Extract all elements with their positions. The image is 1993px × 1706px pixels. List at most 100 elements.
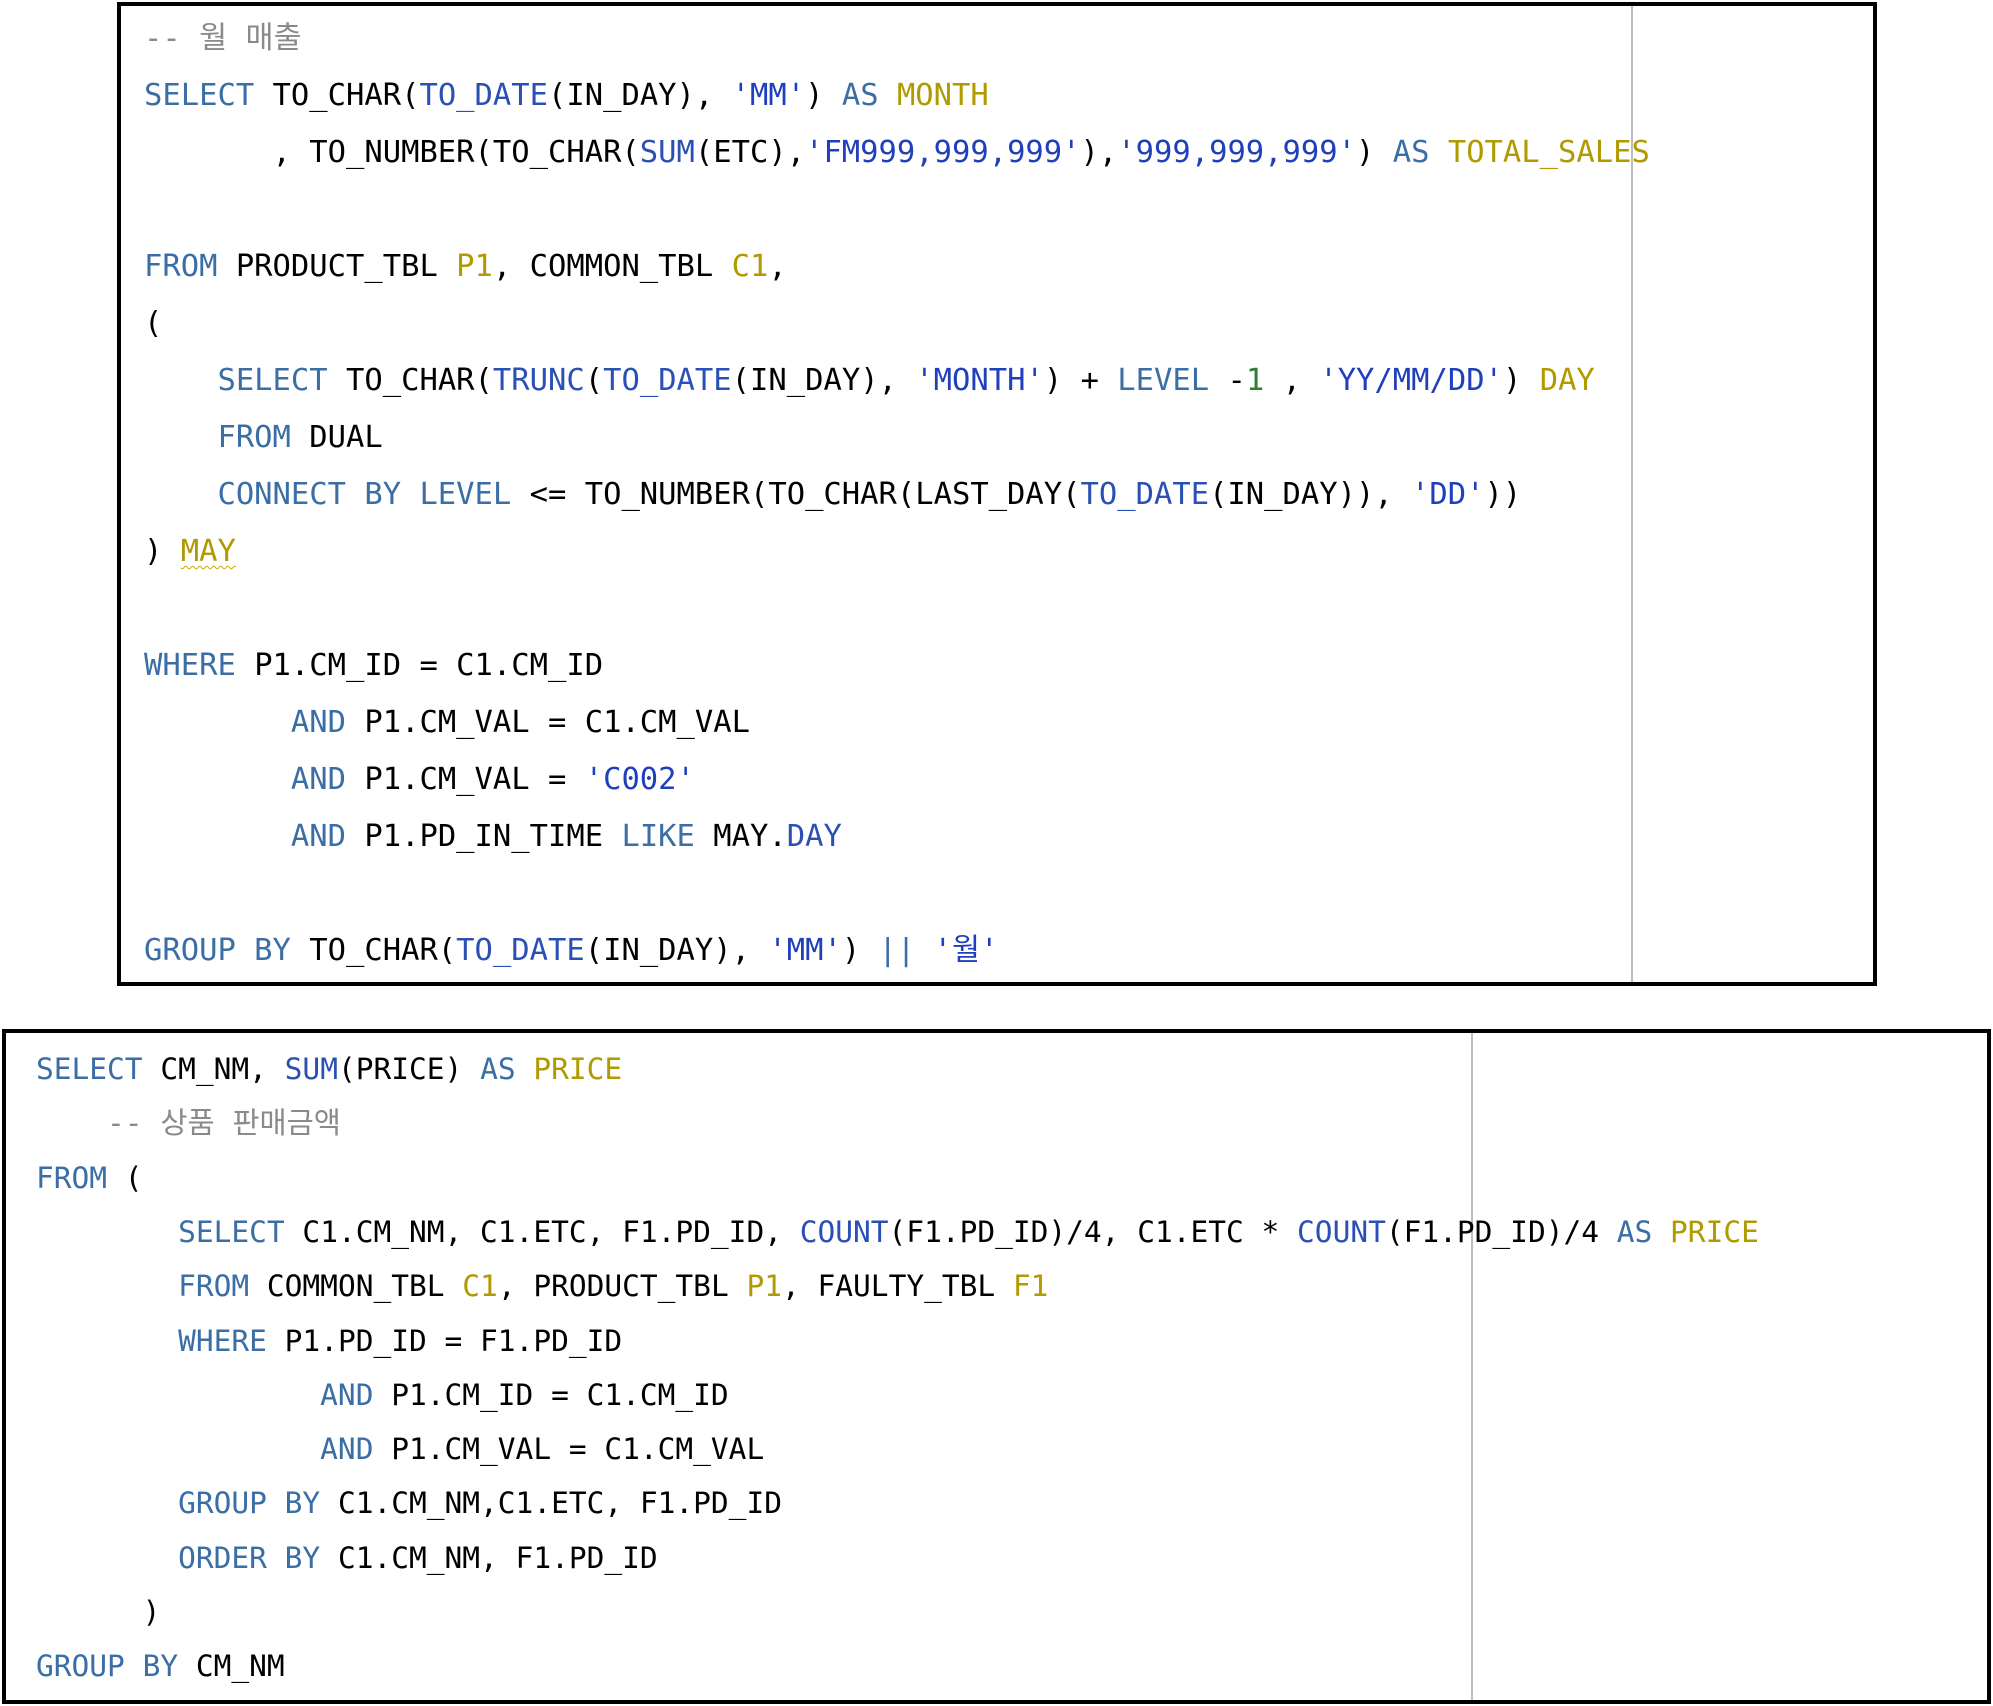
sql-keyword: AND	[290, 819, 346, 854]
sql-text: -	[1209, 363, 1246, 398]
sql-alias: C1	[731, 249, 769, 284]
sql-keyword: GROUP BY	[36, 1649, 179, 1684]
sql-text: )	[1355, 135, 1393, 170]
code-line: SELECT CM_NM, SUM(PRICE) AS PRICE	[36, 1052, 623, 1086]
code-line: -- 월 매출	[144, 21, 302, 56]
sql-text: TO_CHAR(	[327, 363, 493, 398]
code-line: ORDER BY C1.CM_NM, F1.PD_ID	[36, 1540, 658, 1575]
sql-keyword: GROUP BY	[144, 933, 291, 968]
sql-alias: PRICE	[533, 1052, 623, 1086]
sql-text: P1.CM_ID = C1.CM_ID	[235, 648, 604, 683]
sql-keyword: FROM	[178, 1269, 250, 1304]
sql-alias: F1	[1012, 1269, 1049, 1304]
code-line: GROUP BY TO_CHAR(TO_DATE(IN_DAY), 'MM') …	[144, 933, 998, 968]
sql-keyword: ORDER BY	[178, 1540, 321, 1575]
sql-alias: DAY	[1539, 363, 1595, 398]
sql-text: ))	[1484, 477, 1522, 512]
code-line: AND P1.CM_VAL = C1.CM_VAL	[144, 705, 750, 740]
sql-text: )	[36, 1595, 161, 1629]
sql-keyword: WHERE	[144, 648, 236, 683]
code-line: AND P1.CM_ID = C1.CM_ID	[36, 1377, 729, 1412]
sql-text: C1.CM_NM, F1.PD_ID	[320, 1540, 658, 1575]
sql-text: TO_CHAR(	[254, 78, 420, 113]
sql-string: 'MM'	[731, 78, 806, 113]
code-line: AND P1.PD_IN_TIME LIKE MAY.DAY	[144, 819, 842, 854]
sql-function: SUM	[284, 1052, 338, 1086]
sql-alias: P1	[456, 249, 493, 284]
code-line: WHERE P1.PD_ID = F1.PD_ID	[36, 1324, 622, 1358]
code-line: SELECT C1.CM_NM, C1.ETC, F1.PD_ID, COUNT…	[36, 1214, 1759, 1249]
sql-text: PRODUCT_TBL	[217, 249, 457, 284]
sql-function: COUNT	[799, 1214, 889, 1249]
sql-string: '999,999,999'	[1117, 135, 1356, 170]
sql-keyword: FROM	[217, 420, 291, 455]
sql-keyword: LEVEL	[1117, 363, 1210, 398]
sql-alias: C1	[462, 1269, 498, 1304]
sql-text: <= TO_NUMBER(TO_CHAR(LAST_DAY(	[511, 477, 1081, 512]
sql-alias: MONTH	[896, 78, 989, 113]
sql-string: 'FM999,999,999'	[805, 135, 1081, 170]
code-line: GROUP BY C1.CM_NM,C1.ETC, F1.PD_ID	[36, 1489, 782, 1519]
code-line: FROM COMMON_TBL C1, PRODUCT_TBL P1, FAUL…	[36, 1269, 1049, 1304]
sql-text: )	[841, 933, 879, 968]
sql-keyword: AS	[1392, 135, 1430, 170]
sql-keyword: AND	[320, 1432, 374, 1467]
sql-text: ,	[768, 249, 787, 284]
code-line: -- 상품 판매금액	[36, 1109, 341, 1139]
sql-text: (IN_DAY),	[584, 933, 769, 968]
sql-text: P1.CM_ID = C1.CM_ID	[373, 1377, 729, 1412]
sql-keyword: SELECT	[178, 1214, 285, 1249]
sql-keyword: AS	[841, 78, 879, 113]
sql-alias: PRICE	[1670, 1214, 1759, 1249]
code-line: FROM PRODUCT_TBL P1, COMMON_TBL C1,	[144, 249, 787, 284]
sql-alias-flagged: MAY	[180, 534, 236, 569]
sql-text: (	[584, 363, 604, 398]
code-line: GROUP BY CM_NM	[36, 1652, 285, 1682]
sql-text: P1.CM_VAL = C1.CM_VAL	[346, 705, 750, 740]
code-line: WHERE P1.CM_ID = C1.CM_ID	[144, 648, 604, 683]
sql-comment: -- 월 매출	[144, 21, 302, 56]
sql-text: TO_CHAR(	[290, 933, 457, 968]
sql-text: P1.PD_IN_TIME	[346, 819, 622, 854]
sql-string: 'DD'	[1411, 477, 1485, 512]
code-line: SELECT TO_CHAR(TRUNC(TO_DATE(IN_DAY), 'M…	[144, 363, 1595, 398]
sql-function: SUM	[639, 135, 695, 170]
code-line: AND P1.CM_VAL = C1.CM_VAL	[36, 1432, 765, 1467]
sql-text: , TO_NUMBER(TO_CHAR(	[144, 135, 640, 170]
sql-text: P1.CM_VAL = C1.CM_VAL	[373, 1432, 765, 1467]
sql-keyword: AND	[290, 762, 346, 797]
sql-text: , PRODUCT_TBL	[497, 1269, 747, 1304]
sql-alias: TOTAL_SALES	[1447, 135, 1650, 170]
sql-text: (IN_DAY),	[548, 78, 732, 113]
code-line: SELECT TO_CHAR(TO_DATE(IN_DAY), 'MM') AS…	[144, 78, 989, 113]
right-margin-guide	[1471, 1033, 1473, 1700]
code-line: (	[144, 308, 162, 340]
sql-text: ) +	[1043, 363, 1118, 398]
code-line: , TO_NUMBER(TO_CHAR(SUM(ETC),'FM999,999,…	[144, 135, 1650, 170]
sql-keyword: SELECT	[217, 363, 328, 398]
sql-function: DAY	[786, 819, 842, 854]
sql-number: 1	[1245, 363, 1265, 398]
code-line: FROM DUAL	[144, 420, 382, 455]
sql-text: (IN_DAY),	[731, 363, 916, 398]
sql-keyword: AND	[290, 705, 346, 740]
sql-keyword: AS	[480, 1052, 516, 1086]
code-line: CONNECT BY LEVEL <= TO_NUMBER(TO_CHAR(LA…	[144, 477, 1522, 512]
code-line: ) MAY	[144, 534, 236, 569]
sql-keyword: AS	[1616, 1214, 1653, 1249]
